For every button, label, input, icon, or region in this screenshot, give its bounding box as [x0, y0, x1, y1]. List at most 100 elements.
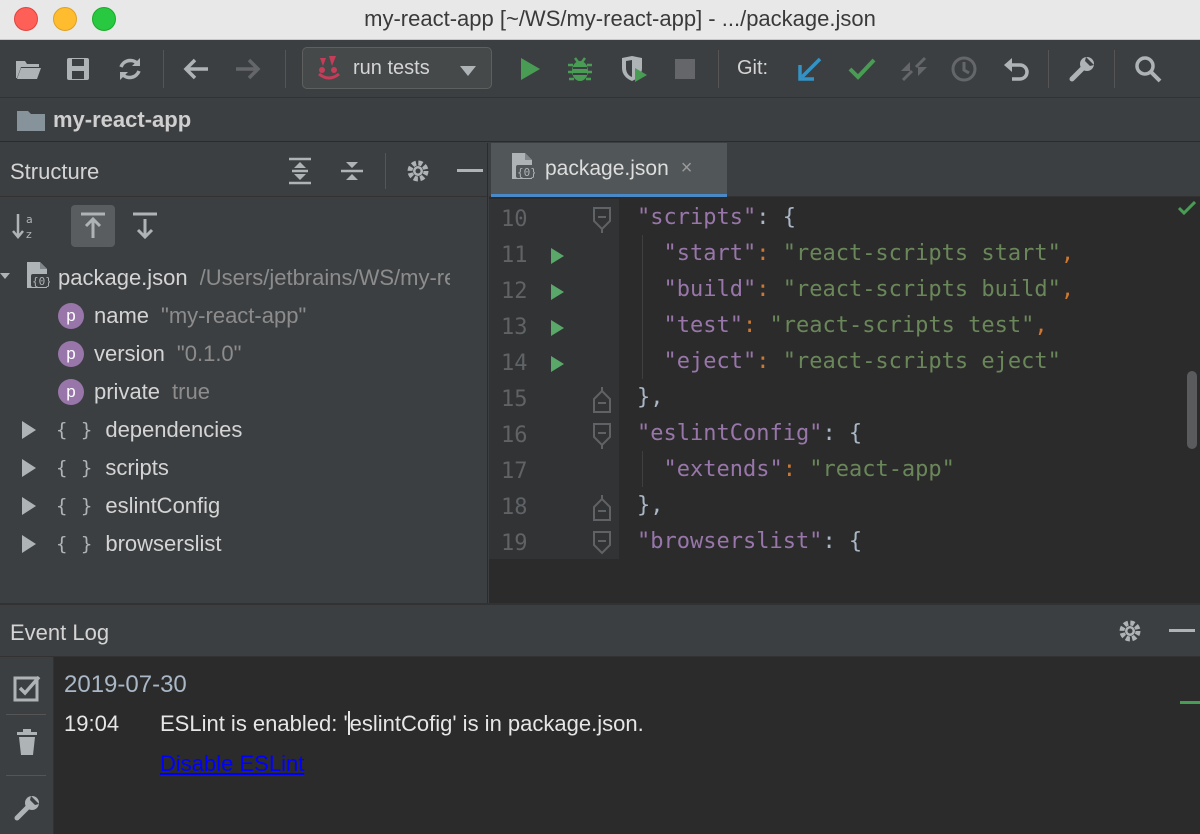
object-braces-icon: { }	[56, 495, 94, 517]
header-separator	[385, 153, 386, 189]
json-punct: },	[637, 385, 664, 410]
fold-marker-icon[interactable]	[593, 531, 611, 563]
structure-header: Structure	[0, 143, 487, 197]
line-number: 13	[501, 315, 528, 340]
git-rollback-icon[interactable]	[996, 50, 1036, 88]
json-string: "react-scripts build"	[782, 277, 1061, 302]
disable-eslint-link[interactable]: Disable ESLint	[160, 751, 304, 777]
gear-icon[interactable]	[1116, 617, 1144, 645]
forward-icon[interactable]	[228, 50, 268, 88]
code-line: 17 "extends": "react-app"	[489, 453, 1200, 489]
hide-panel-icon[interactable]	[456, 157, 484, 185]
line-number: 18	[501, 495, 528, 520]
editor-scrollbar[interactable]	[1187, 371, 1197, 449]
object-name: eslintConfig	[105, 493, 221, 518]
tree-object-dependencies[interactable]: { } dependencies	[22, 411, 242, 449]
tree-property-private[interactable]: p private true	[58, 373, 210, 411]
line-number: 17	[501, 459, 528, 484]
run-script-icon[interactable]	[551, 320, 564, 336]
breadcrumb-project[interactable]: my-react-app	[53, 107, 191, 133]
run-script-icon[interactable]	[551, 356, 564, 372]
sidebar-divider	[6, 775, 46, 776]
git-history-icon[interactable]	[944, 50, 984, 88]
code-line: 15 },	[489, 381, 1200, 417]
hide-panel-icon[interactable]	[1168, 617, 1196, 645]
sync-icon[interactable]	[110, 50, 150, 88]
search-icon[interactable]	[1128, 50, 1168, 88]
jest-icon	[315, 52, 343, 85]
json-key: "eject"	[663, 349, 757, 374]
title-bar: my-react-app [~/WS/my-react-app] - .../p…	[0, 0, 1200, 40]
autoscroll-to-source-icon[interactable]	[123, 205, 167, 247]
run-configuration-dropdown[interactable]: run tests	[302, 47, 492, 89]
fold-end-marker-icon[interactable]	[593, 495, 611, 527]
tree-property-version[interactable]: p version "0.1.0"	[58, 335, 241, 373]
toolbar-separator	[163, 50, 164, 88]
wrench-icon[interactable]	[12, 793, 42, 823]
tree-object-browserslist[interactable]: { } browserslist	[22, 525, 221, 563]
tree-property-name[interactable]: p name "my-react-app"	[58, 297, 306, 335]
property-name: name	[94, 303, 150, 328]
sidebar-divider	[6, 714, 46, 715]
property-value: "my-react-app"	[161, 303, 307, 328]
svg-text:{0}: {0}	[517, 166, 535, 179]
stop-icon[interactable]	[665, 50, 705, 88]
json-punct: :	[756, 349, 783, 374]
navigation-bar: my-react-app	[0, 98, 1200, 142]
collapsed-arrow-icon[interactable]	[22, 421, 36, 439]
collapsed-arrow-icon[interactable]	[22, 497, 36, 515]
save-icon[interactable]	[58, 50, 98, 88]
tab-package-json[interactable]: {0} package.json ×	[491, 143, 727, 197]
fold-marker-icon[interactable]	[593, 207, 611, 239]
gear-icon[interactable]	[404, 157, 432, 185]
back-icon[interactable]	[176, 50, 216, 88]
json-punct: ,	[1060, 277, 1075, 302]
tree-object-eslintconfig[interactable]: { } eslintConfig	[22, 487, 220, 525]
json-punct: },	[637, 493, 664, 518]
close-icon[interactable]: ×	[681, 157, 693, 180]
code-area[interactable]: 10 "scripts": { 11 "start": "react-scrip…	[489, 199, 1200, 559]
json-string: "react-scripts test"	[769, 313, 1035, 338]
git-push-icon[interactable]	[894, 50, 934, 88]
line-number: 16	[501, 423, 528, 448]
run-with-coverage-icon[interactable]	[614, 50, 654, 88]
debug-icon[interactable]	[560, 50, 600, 88]
collapsed-arrow-icon[interactable]	[22, 459, 36, 477]
code-line: 18 },	[489, 489, 1200, 525]
scroll-from-source-icon[interactable]	[71, 205, 115, 247]
git-commit-icon[interactable]	[842, 50, 882, 88]
git-update-icon[interactable]	[790, 50, 830, 88]
tree-root-package-json[interactable]: {0} package.json /Users/jetbrains/WS/my-…	[0, 259, 450, 297]
status-indicator	[1180, 701, 1200, 704]
object-name: scripts	[105, 455, 169, 480]
sort-alphabetically-icon[interactable]: az	[4, 205, 48, 247]
toolbar-separator	[285, 50, 286, 88]
open-folder-icon[interactable]	[8, 50, 48, 88]
fold-marker-icon[interactable]	[593, 423, 611, 455]
event-log-sidebar	[0, 657, 54, 834]
mark-all-read-icon[interactable]	[12, 673, 42, 703]
inspection-ok-icon[interactable]	[1177, 200, 1197, 220]
run-icon[interactable]	[510, 50, 550, 88]
code-line: 12 "build": "react-scripts build",	[489, 273, 1200, 309]
settings-wrench-icon[interactable]	[1062, 50, 1102, 88]
expand-all-icon[interactable]	[286, 157, 314, 185]
json-punct: : {	[822, 421, 863, 446]
run-script-icon[interactable]	[551, 248, 564, 264]
line-number: 14	[501, 351, 528, 376]
property-value: "0.1.0"	[176, 341, 242, 366]
line-number: 10	[501, 207, 528, 232]
json-punct: : {	[756, 205, 796, 230]
property-name: version	[94, 341, 165, 366]
collapse-all-icon[interactable]	[338, 157, 366, 185]
run-script-icon[interactable]	[551, 284, 564, 300]
log-message-part: eslintCofig' is in package.json.	[349, 711, 644, 736]
object-braces-icon: { }	[56, 419, 94, 441]
tree-object-scripts[interactable]: { } scripts	[22, 449, 169, 487]
trash-icon[interactable]	[12, 727, 42, 757]
collapsed-arrow-icon[interactable]	[22, 535, 36, 553]
fold-end-marker-icon[interactable]	[593, 387, 611, 419]
panel-title: Structure	[10, 159, 100, 184]
property-badge-icon: p	[58, 341, 84, 367]
root-file-name: package.json	[58, 265, 188, 290]
